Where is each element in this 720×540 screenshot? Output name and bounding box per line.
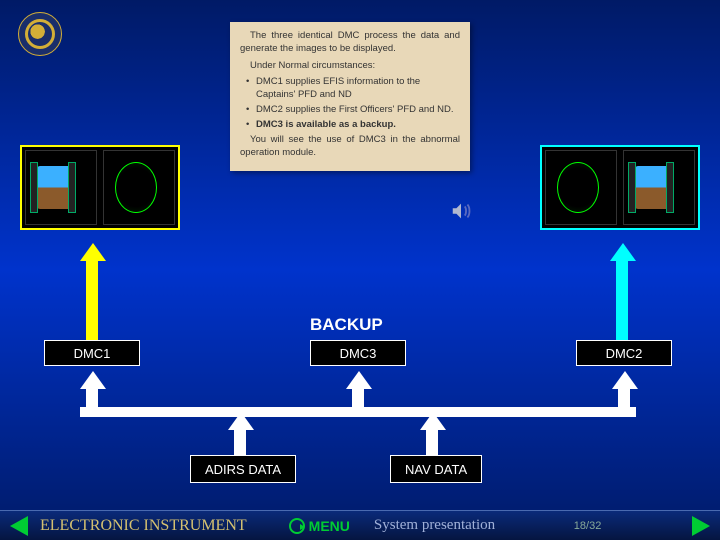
page-number: 18/32 [574, 520, 602, 532]
audio-icon[interactable] [450, 200, 472, 222]
arrow-bus-to-dmc1 [80, 371, 104, 411]
nav-data-box: NAV DATA [390, 455, 482, 483]
footer-bar: ELECTRONIC INSTRUMENT MENU System presen… [0, 510, 720, 540]
fo-pfd [623, 150, 695, 225]
brand-logo [18, 12, 62, 56]
captain-pfd [25, 150, 97, 225]
info-p3: You will see the use of DMC3 in the abno… [240, 134, 460, 160]
footer-subtitle: System presentation [374, 517, 495, 534]
fo-nd [545, 150, 617, 225]
menu-icon [289, 518, 305, 534]
captain-display-pair [20, 145, 180, 230]
dmc2-box: DMC2 [576, 340, 672, 366]
info-p1: The three identical DMC process the data… [240, 30, 460, 56]
info-panel: The three identical DMC process the data… [230, 22, 470, 171]
dmc3-box: DMC3 [310, 340, 406, 366]
arrow-adirs-to-bus [228, 412, 252, 456]
info-li2: DMC2 supplies the First Officers' PFD an… [246, 104, 460, 117]
menu-button[interactable]: MENU [289, 518, 350, 534]
info-p2: Under Normal circumstances: [240, 60, 460, 73]
arrow-bus-to-dmc3 [346, 371, 370, 411]
arrow-bus-to-dmc2 [612, 371, 636, 411]
arrow-dmc2-to-display [610, 243, 634, 341]
data-bus [80, 407, 636, 417]
menu-label: MENU [309, 518, 350, 534]
arrow-dmc1-to-display [80, 243, 104, 341]
dmc1-box: DMC1 [44, 340, 140, 366]
fo-display-pair [540, 145, 700, 230]
info-li1: DMC1 supplies EFIS information to the Ca… [246, 76, 460, 102]
info-li3: DMC3 is available as a backup. [246, 119, 460, 132]
captain-nd [103, 150, 175, 225]
footer-title: ELECTRONIC INSTRUMENT [40, 517, 247, 535]
prev-button[interactable] [10, 516, 28, 536]
backup-label: BACKUP [310, 315, 383, 335]
adirs-data-box: ADIRS DATA [190, 455, 296, 483]
next-button[interactable] [692, 516, 710, 536]
arrow-nav-to-bus [420, 412, 444, 456]
